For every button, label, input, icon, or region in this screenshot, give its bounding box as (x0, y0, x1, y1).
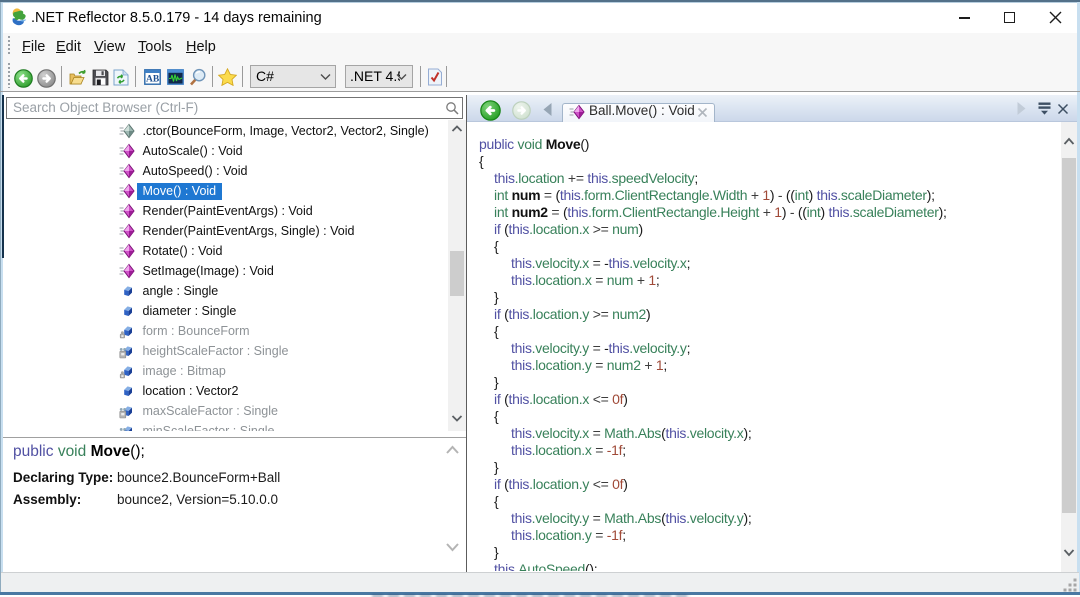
svg-text:AB: AB (146, 75, 160, 85)
